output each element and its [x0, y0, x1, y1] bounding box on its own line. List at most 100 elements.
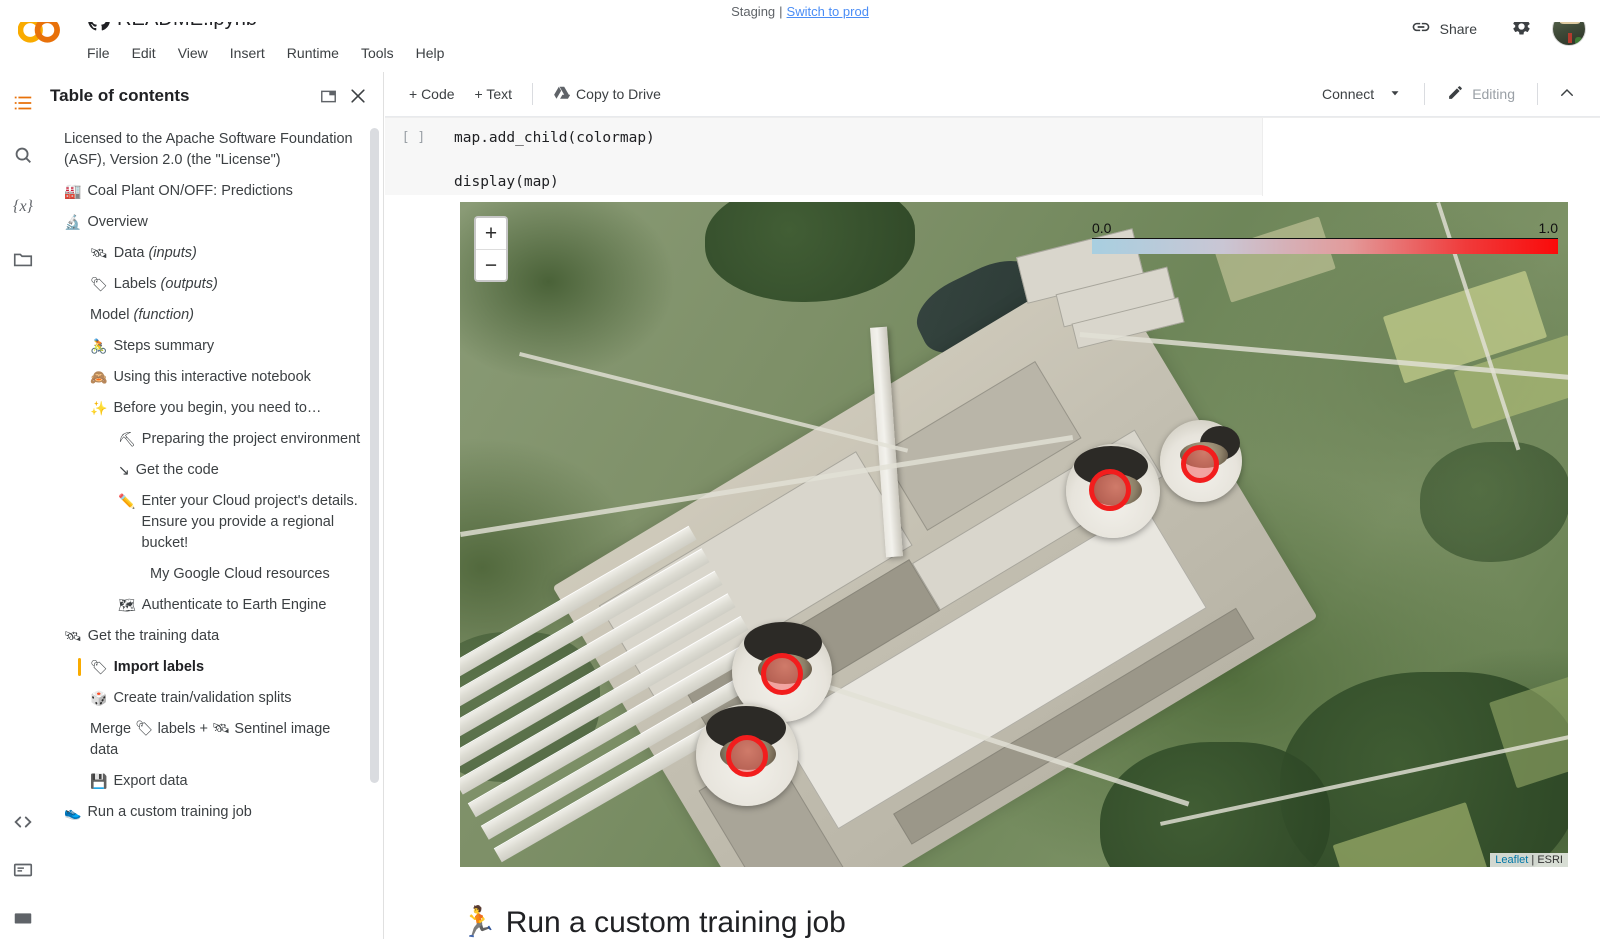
toc-item-emoji: ↘	[118, 462, 130, 479]
collapse-toolbar-button[interactable]	[1548, 78, 1586, 111]
toc-item-label: Import labels	[113, 659, 205, 676]
toc-item[interactable]: 🛰 Get the training data	[46, 621, 383, 652]
menu-view[interactable]: View	[169, 42, 217, 64]
notebook-area: + Code + Text Copy to Drive Connect Edit…	[385, 72, 1600, 939]
menu-runtime[interactable]: Runtime	[278, 42, 348, 64]
toc-item[interactable]: Merge 🏷 labels + 🛰 Sentinel image data	[46, 714, 383, 766]
vegetation-patch	[1420, 442, 1568, 562]
toc-item-label: My Google Cloud resources	[150, 566, 330, 583]
leaflet-map-output[interactable]: + − 0.0 1.0 Leaflet | ESRI	[460, 202, 1568, 867]
coal-plant-marker-1[interactable]	[1089, 469, 1131, 511]
cell-run-prompt[interactable]: [ ]	[385, 118, 442, 196]
add-text-cell-button[interactable]: + Text	[465, 80, 523, 108]
toolbar-divider	[532, 83, 534, 105]
zoom-in-button[interactable]: +	[476, 218, 506, 249]
toc-item-label: Authenticate to Earth Engine	[141, 597, 327, 614]
toc-item-label: Enter your Cloud project's details. Ensu…	[141, 493, 358, 552]
map-zoom-controls[interactable]: + −	[474, 216, 508, 282]
staging-env-label: Staging	[731, 3, 776, 19]
toc-item-label: Merge 🏷 labels + 🛰 Sentinel image data	[90, 721, 331, 759]
toc-item[interactable]: ⛏ Preparing the project environment	[46, 424, 383, 455]
menu-edit[interactable]: Edit	[123, 42, 165, 64]
search-icon[interactable]	[10, 142, 36, 168]
toc-item[interactable]: 👟 Run a custom training job	[46, 797, 383, 828]
add-code-cell-button[interactable]: + Code	[399, 80, 465, 108]
colormap-max-label: 1.0	[1538, 220, 1558, 236]
toc-item-label: Model (function)	[90, 305, 361, 326]
pencil-icon	[1447, 84, 1464, 104]
toc-item[interactable]: Licensed to the Apache Software Foundati…	[46, 124, 383, 176]
variables-icon[interactable]: {x}	[10, 194, 36, 220]
menu-tools[interactable]: Tools	[352, 42, 403, 64]
toc-title: Table of contents	[50, 86, 190, 105]
toc-item-label-text: Labels	[113, 276, 161, 293]
coal-plant-marker-2[interactable]	[1181, 445, 1219, 483]
coal-plant-marker-3[interactable]	[761, 653, 803, 695]
toc-header: Table of contents	[46, 72, 383, 120]
toc-list[interactable]: Licensed to the Apache Software Foundati…	[46, 120, 383, 939]
toc-item-label: Data (inputs)	[114, 243, 361, 264]
toc-item[interactable]: Model (function)	[46, 300, 383, 331]
toc-item[interactable]: 💾 Export data	[46, 766, 383, 797]
toc-item[interactable]: ↘ Get the code	[46, 455, 383, 486]
toc-item-label: Labels (outputs)	[114, 274, 361, 295]
toc-item[interactable]: 🎲 Create train/validation splits	[46, 683, 383, 714]
toc-item-emoji: 🏭	[64, 183, 82, 200]
toc-item-emoji: 🛰	[64, 628, 82, 645]
toc-item[interactable]: ✨ Before you begin, you need to…	[46, 393, 383, 424]
popout-icon[interactable]	[313, 81, 343, 111]
section-heading: 🏃 Run a custom training job	[460, 906, 846, 939]
toc-item-label: Overview	[87, 214, 148, 231]
staging-banner: Staging | Switch to prod	[0, 0, 1600, 22]
toc-item[interactable]: My Google Cloud resources	[46, 559, 383, 590]
chevron-up-icon	[1558, 84, 1576, 105]
toc-icon[interactable]	[10, 90, 36, 116]
toc-item-emoji: 🏷	[90, 276, 108, 293]
command-palette-icon[interactable]	[10, 857, 36, 883]
toc-item-label-text: Model	[90, 307, 134, 324]
markdown-heading-below: 🏃 Run a custom training job	[385, 905, 1600, 940]
left-rail-bottom	[0, 809, 46, 931]
toc-item-emoji: 🙈	[90, 369, 108, 386]
terminal-icon[interactable]	[10, 905, 36, 931]
toc-item-emoji: 🎲	[90, 690, 108, 707]
code-cell[interactable]: [ ] map.add_child(colormap) display(map)	[385, 117, 1600, 196]
menu-help[interactable]: Help	[407, 42, 454, 64]
toc-item[interactable]: 🙈 Using this interactive notebook	[46, 362, 383, 393]
toc-item[interactable]: 🏷 Import labels	[46, 652, 383, 683]
map-attribution: Leaflet | ESRI	[1490, 853, 1568, 867]
leaflet-link[interactable]: Leaflet	[1495, 854, 1528, 866]
colormap-legend: 0.0 1.0	[1092, 220, 1558, 254]
toc-item-emoji: 💾	[90, 773, 108, 790]
files-icon[interactable]	[10, 246, 36, 272]
switch-to-prod-link[interactable]: Switch to prod	[787, 4, 869, 19]
connect-button[interactable]: Connect	[1310, 79, 1414, 110]
toc-item-label: Create train/validation splits	[113, 690, 292, 707]
menu-bar: File Edit View Insert Runtime Tools Help	[78, 42, 453, 64]
toc-item-label: Using this interactive notebook	[113, 369, 311, 386]
toc-item[interactable]: 🛰 Data (inputs)	[46, 238, 383, 269]
attribution-separator: |	[1528, 854, 1538, 866]
cell-code-editor[interactable]: map.add_child(colormap) display(map)	[442, 118, 1260, 196]
toc-scrollbar-thumb[interactable]	[370, 128, 379, 783]
add-text-label: + Text	[474, 86, 513, 102]
toc-item-label: Coal Plant ON/OFF: Predictions	[87, 183, 293, 200]
toc-item[interactable]: 🗺 Authenticate to Earth Engine	[46, 590, 383, 621]
toc-item-label-text: Data	[113, 245, 149, 262]
toc-item[interactable]: ✏️ Enter your Cloud project's details. En…	[46, 486, 383, 559]
close-icon[interactable]	[343, 81, 373, 111]
zoom-out-button[interactable]: −	[476, 249, 506, 280]
toc-scrollbar-track[interactable]	[370, 122, 381, 937]
menu-insert[interactable]: Insert	[221, 42, 274, 64]
code-snippets-icon[interactable]	[10, 809, 36, 835]
editing-mode-button[interactable]: Editing	[1435, 77, 1527, 111]
avatar-figure-green	[1575, 36, 1582, 45]
toc-item[interactable]: 🚴 Steps summary	[46, 331, 383, 362]
copy-to-drive-button[interactable]: Copy to Drive	[543, 78, 671, 110]
menu-file[interactable]: File	[78, 42, 119, 64]
toc-item[interactable]: 🏭 Coal Plant ON/OFF: Predictions	[46, 176, 383, 207]
coal-plant-marker-4[interactable]	[726, 735, 768, 777]
toc-item[interactable]: 🔬 Overview	[46, 207, 383, 238]
toc-item[interactable]: 🏷 Labels (outputs)	[46, 269, 383, 300]
toc-item-label: Licensed to the Apache Software Foundati…	[64, 131, 353, 169]
